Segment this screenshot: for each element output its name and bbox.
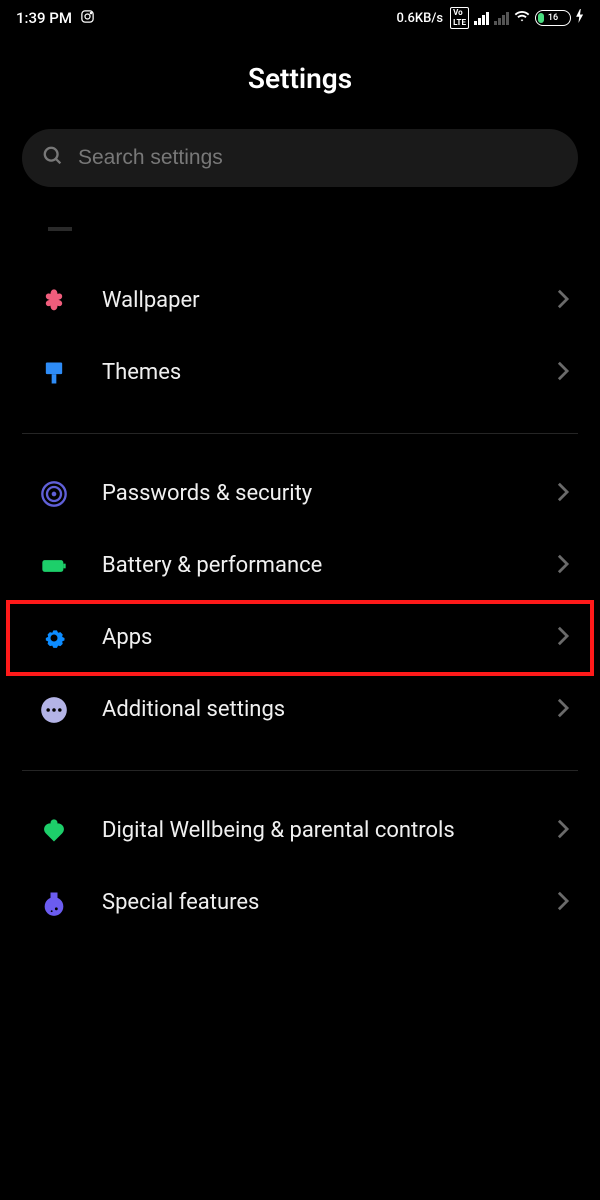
volte-icon: VoLTE (450, 7, 469, 29)
divider (22, 433, 578, 434)
settings-item-special[interactable]: Special features (0, 867, 600, 939)
chevron-right-icon (556, 625, 570, 651)
settings-item-additional[interactable]: Additional settings (0, 674, 600, 746)
dots-icon (38, 694, 70, 726)
settings-item-label: Passwords & security (102, 480, 524, 509)
signal-icon-1 (474, 12, 489, 25)
search-input[interactable] (78, 146, 558, 170)
data-rate: 0.6KB/s (397, 11, 444, 26)
wifi-icon (514, 8, 530, 28)
status-bar: 1:39 PM 0.6KB/s VoLTE 16 (0, 0, 600, 36)
battery-icon: 16 (535, 10, 571, 26)
instagram-icon (80, 9, 95, 28)
charging-icon (576, 9, 584, 27)
page-title: Settings (0, 36, 600, 129)
fingerprint-icon (38, 478, 70, 510)
divider (22, 770, 578, 771)
chevron-right-icon (556, 360, 570, 386)
status-time: 1:39 PM (16, 9, 72, 27)
settings-item-label: Special features (102, 889, 524, 918)
search-bar[interactable] (22, 129, 578, 187)
settings-list: Wallpaper Themes Passwords & security Batte… (0, 227, 600, 953)
settings-item-label: Digital Wellbeing & parental controls (102, 817, 524, 846)
chevron-right-icon (556, 890, 570, 916)
settings-item-wallpaper[interactable]: Wallpaper (0, 265, 600, 337)
brush-icon (38, 357, 70, 389)
flask-icon (38, 887, 70, 919)
chevron-right-icon (556, 818, 570, 844)
settings-item-battery[interactable]: Battery & performance (0, 530, 600, 602)
settings-item-label: Themes (102, 359, 524, 388)
chevron-right-icon (556, 697, 570, 723)
previous-item-stub (48, 227, 72, 231)
gear-icon (38, 622, 70, 654)
heart-icon (38, 815, 70, 847)
chevron-right-icon (556, 288, 570, 314)
settings-item-security[interactable]: Passwords & security (0, 458, 600, 530)
settings-item-label: Apps (102, 624, 524, 653)
chevron-right-icon (556, 553, 570, 579)
chevron-right-icon (556, 481, 570, 507)
settings-item-label: Wallpaper (102, 287, 524, 316)
settings-item-themes[interactable]: Themes (0, 337, 600, 409)
settings-item-wellbeing[interactable]: Digital Wellbeing & parental controls (0, 795, 600, 867)
settings-item-label: Additional settings (102, 696, 524, 725)
signal-icon-2 (494, 12, 509, 25)
battery-icon (38, 550, 70, 582)
settings-item-apps[interactable]: Apps (8, 602, 592, 674)
search-icon (42, 145, 64, 171)
flower-icon (38, 285, 70, 317)
settings-item-label: Battery & performance (102, 552, 524, 581)
